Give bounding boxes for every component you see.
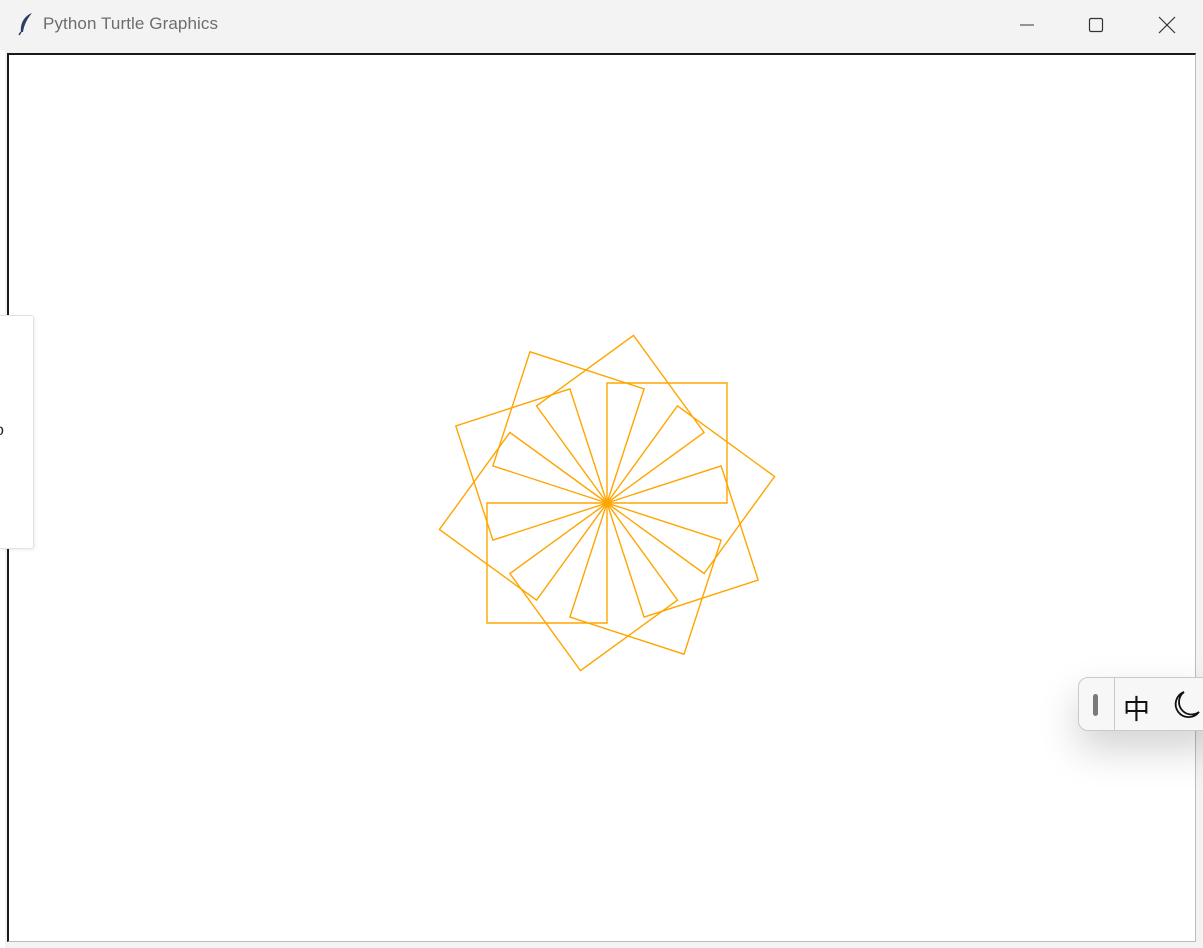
close-button[interactable] xyxy=(1132,0,1202,50)
ime-divider xyxy=(1114,678,1115,730)
turtle-drawing xyxy=(438,334,776,672)
maximize-button[interactable] xyxy=(1061,0,1131,50)
ime-toolbar[interactable]: 中 xyxy=(1078,677,1203,731)
turtle-square-10 xyxy=(535,334,706,504)
turtle-square-1 xyxy=(606,382,728,504)
turtle-square-6 xyxy=(486,502,608,624)
turtle-square-4 xyxy=(569,502,722,656)
ime-language-button[interactable]: 中 xyxy=(1123,688,1150,727)
turtle-window: Python Turtle Graphics o 中 xyxy=(0,0,1203,948)
maximize-icon xyxy=(1088,17,1104,33)
turtle-cursor xyxy=(604,500,610,506)
turtle-square-7 xyxy=(438,431,608,602)
feather-icon xyxy=(18,13,32,36)
minimize-icon xyxy=(1020,24,1034,26)
turtle-square-3 xyxy=(606,465,760,618)
side-panel[interactable]: o xyxy=(0,315,34,549)
crescent-moon-icon[interactable] xyxy=(1171,690,1201,720)
minimize-button[interactable] xyxy=(992,0,1062,50)
window-title: Python Turtle Graphics xyxy=(43,14,219,33)
turtle-square-2 xyxy=(606,404,776,575)
turtle-square-5 xyxy=(508,502,679,672)
title-bar[interactable]: Python Turtle Graphics xyxy=(0,0,1203,50)
ime-drag-handle[interactable] xyxy=(1093,694,1098,716)
turtle-canvas-area[interactable] xyxy=(7,53,1196,942)
turtle-square-8 xyxy=(454,388,608,541)
side-panel-glyph: o xyxy=(0,422,4,440)
turtle-square-9 xyxy=(492,350,645,504)
close-icon xyxy=(1158,16,1176,34)
